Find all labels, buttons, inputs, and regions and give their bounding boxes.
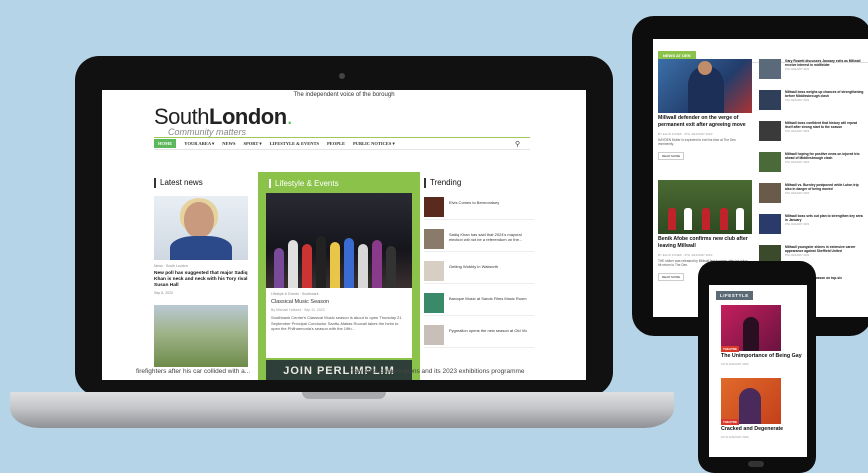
tablet-story-excerpt-1: HAYDEN Muller is expected to end his tim… [658,138,736,147]
list-item-date: 9TH JANUARY 2023 [785,68,810,72]
list-item-title[interactable]: Millwall boss confident that history wil… [785,121,865,129]
list-item[interactable]: Millwall boss confident that history wil… [759,121,865,152]
trending-thumb [424,197,444,217]
tablet-story-image-1[interactable] [658,59,752,113]
logo-part-london: London [209,104,287,129]
trending-thumb [424,293,444,313]
trending-item[interactable]: Getting Wobbly in Walworth [424,261,534,284]
trending-item-title[interactable]: Elvis Comes to Bermondsey [449,200,499,219]
trending-item[interactable]: Pygmalion opens the new season at Old Vi… [424,325,534,348]
list-item[interactable]: Millwall vs. Burnley postponed while Lut… [759,183,865,214]
list-item-date: 9TH JANUARY 2023 [785,99,810,103]
tablet-story-headline-1[interactable]: Millwall defender on the verge of perman… [658,115,752,128]
list-item-thumb [759,183,781,203]
nav-your-area[interactable]: YOUR AREA ▾ [184,141,214,147]
phone-screen: LIFESTYLE THEATRE The Unimportance of Be… [709,285,807,457]
trending-item[interactable]: Elvis Comes to Bermondsey [424,197,534,220]
nav-news[interactable]: NEWS [222,141,235,146]
nav-public-notices[interactable]: PUBLIC NOTICES ▾ [353,141,395,147]
read-more-button[interactable]: READ MORE [658,273,685,281]
list-item-thumb [759,214,781,234]
trending-thumb [424,325,444,345]
list-item-title[interactable]: Millwall hoping for positive news on inj… [785,152,865,160]
logo-part-south: South [154,104,210,129]
phone-story-title-2[interactable]: Cracked and Degenerate [721,426,805,432]
lifestyle-headline[interactable]: Classical Music Season [271,299,407,305]
list-item-date: 9TH JANUARY 2023 [785,130,810,134]
trending-column: Trending Elvis Comes to Bermondsey Sadiq… [424,178,534,348]
laptop-camera [339,73,345,79]
lifestyle-events-panel: Lifestyle & Events Lifestyle & Events · … [258,172,420,380]
list-item-title[interactable]: Millwall boss sets out plan to strengthe… [785,214,865,222]
nav-sport[interactable]: SPORT ▾ [244,141,262,147]
phone-story-image-1[interactable] [721,305,781,351]
trending-thumb [424,229,444,249]
phone-home-button[interactable] [748,461,764,467]
theatre-badge: THEATRE [721,419,739,425]
latest-news-tags[interactable]: News · South London [154,264,248,268]
list-item-title[interactable]: Millwall boss weighs up chances of stren… [785,90,865,98]
main-nav: HOME YOUR AREA ▾ NEWS SPORT ▾ LIFESTYLE … [154,137,530,150]
lifestyle-card[interactable]: Lifestyle & Events · Southwark Classical… [266,193,412,358]
list-item-date: 9TH JANUARY 2023 [785,254,810,258]
list-item-title[interactable]: Gary Rowett discusses January exits as M… [785,59,865,67]
latest-news-image-2[interactable] [154,305,248,367]
list-item-date: 9TH JANUARY 2023 [785,192,810,196]
list-item-date: 9TH JANUARY 2023 [785,223,810,227]
nav-home[interactable]: HOME [154,139,177,148]
list-item[interactable]: Millwall boss weighs up chances of stren… [759,90,865,121]
trending-title: Trending [424,178,534,188]
list-item-thumb [759,59,781,79]
tablet-story-meta-2: BY ELLIS JONES · 9TH JANUARY 2023 [658,253,713,257]
list-item[interactable]: Millwall hoping for positive news on inj… [759,152,865,183]
latest-news-headline[interactable]: New poll has suggested that major Sadiq … [154,271,248,289]
list-item[interactable]: Gary Rowett discusses January exits as M… [759,59,865,90]
theatre-badge: THEATRE [721,346,739,352]
lifestyle-tags[interactable]: Lifestyle & Events · Southwark [271,292,407,296]
logo-dot: . [286,104,293,129]
latest-news-column: Latest news News · South London New poll… [154,178,248,367]
list-item-thumb [759,152,781,172]
latest-news-image[interactable] [154,196,248,260]
phone-story-title-1[interactable]: The Unimportance of Being Gay [721,353,805,359]
phone-story-date-1: 12TH JANUARY 2023 [721,362,749,366]
trending-item[interactable]: Sadiq Khan has said that 2024's mayoral … [424,229,534,252]
phone-story-image-2[interactable] [721,378,781,424]
search-icon[interactable]: ⚲ [515,140,520,148]
lifestyle-image[interactable] [266,193,412,288]
trending-item-title[interactable]: Pygmalion opens the new season at Old Vi… [449,328,527,347]
lifestyle-excerpt: Southbank Centre's Classical Music seaso… [271,315,402,331]
site-logo[interactable]: SouthLondon. Community matters [154,104,293,137]
tablet-story-image-2[interactable] [658,180,752,234]
trending-item-title[interactable]: Sadiq Khan has said that 2024's mayoral … [449,232,534,251]
bottom-snippet-right[interactable]: new artist collaborations and its 2023 e… [350,368,525,375]
trending-item[interactable]: Baroque Music at Sands Films Music Room [424,293,534,316]
tablet-story-meta-1: BY ELLIS JONES · 9TH JANUARY 2023 [658,132,713,136]
laptop-notch [302,392,386,399]
trending-thumb [424,261,444,281]
lifestyle-meta: By Michael Holland · Sep 11, 2023 [271,308,325,312]
phone-story-date-2: 10TH JANUARY 2023 [721,435,749,439]
list-item[interactable]: Millwall boss sets out plan to strengthe… [759,214,865,245]
list-item-thumb [759,121,781,141]
trending-item-title[interactable]: Getting Wobbly in Walworth [449,264,498,283]
read-more-button[interactable]: READ MORE [658,152,685,160]
list-item-thumb [759,90,781,110]
tablet-story-headline-2[interactable]: Benik Afobe confirms new club after leav… [658,236,752,249]
nav-lifestyle-events[interactable]: LIFESTYLE & EVENTS [270,141,319,146]
list-item-title[interactable]: Millwall youngster shines in extensive c… [785,245,865,253]
laptop-screen: The independent voice of the borough Sou… [102,90,586,380]
trending-item-title[interactable]: Baroque Music at Sands Films Music Room [449,296,527,315]
latest-news-title: Latest news [154,178,248,188]
phone-section-heading: LIFESTYLE [716,291,753,300]
list-item-title[interactable]: Millwall vs. Burnley postponed while Lut… [785,183,865,191]
nav-people[interactable]: PEOPLE [327,141,345,146]
list-item-date: 9TH JANUARY 2023 [785,161,810,165]
lifestyle-events-title: Lifestyle & Events [269,179,339,188]
top-strip: The independent voice of the borough [293,92,395,98]
bottom-snippet-left[interactable]: firefighters after his car collided with… [136,368,250,375]
latest-news-date: Sep 8, 2023 [154,291,173,295]
